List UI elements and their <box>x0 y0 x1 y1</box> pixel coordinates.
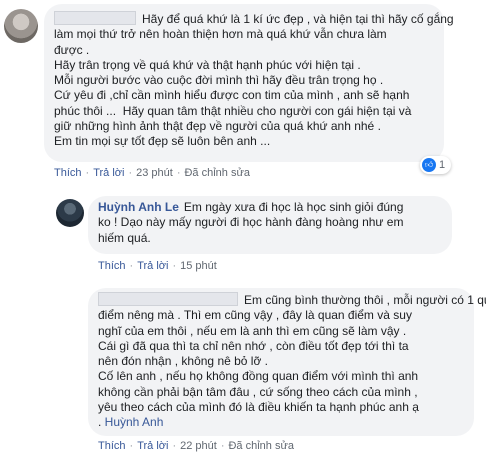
comment-line: ko ! Dạo này mấy người đi học hành đàng … <box>98 215 404 230</box>
comment-line: nên đón nhận , không nê bỏ lỡ . <box>98 354 269 369</box>
tag-prefix: . <box>98 415 105 430</box>
reaction-count: 1 <box>439 159 446 171</box>
separator-dot: · <box>129 260 134 272</box>
comment-line: Em tin mọi sự tốt đẹp sẽ luôn bên anh ..… <box>54 134 271 149</box>
timestamp[interactable]: 22 phút <box>180 440 217 452</box>
like-link[interactable]: Thích <box>98 440 126 452</box>
timestamp[interactable]: 23 phút <box>136 167 173 179</box>
comment-line: Mỗi người bước vào cuộc đời mình thì hãy… <box>54 73 384 88</box>
comment-line: được . <box>54 42 90 57</box>
edited-label[interactable]: Đã chỉnh sửa <box>184 167 249 179</box>
separator-dot: · <box>128 167 133 179</box>
separator-dot: · <box>172 260 177 272</box>
comment-line: không cần phải bận tâm đâu , cứ sống the… <box>98 384 418 399</box>
separator-dot: · <box>176 167 181 179</box>
comment-line: giữ những hình ảnh thật đẹp về người của… <box>54 119 381 134</box>
comment-line: Hãy trân trọng về quá khứ và thật hạnh p… <box>54 57 361 72</box>
comment-text: Huỳnh Anh Le Em ngày xưa đi học là học si… <box>98 200 403 246</box>
avatar[interactable] <box>56 199 84 227</box>
comment-line: nghĩ của em thôi , nếu em là anh thì em … <box>98 323 407 338</box>
comment-line: Cứ yêu đi ,chỉ cần mình hiểu được con ti… <box>54 88 410 103</box>
comment-text: Em cũng bình thường thôi , mỗi người có … <box>98 292 486 431</box>
comment-line: Em cũng bình thường thôi , mỗi người có … <box>244 293 486 307</box>
reply-link[interactable]: Trả lời <box>93 167 124 179</box>
comment-line: Cái gì đã qua thì ta chỉ nên nhớ , còn đ… <box>98 338 409 353</box>
avatar[interactable] <box>4 9 38 43</box>
comment-actions: Thích · Trả lời · 15 phút <box>98 260 217 272</box>
separator-dot: · <box>220 440 225 452</box>
comment-line: điểm nêng mà . Thì em cũng vậy , đây là … <box>98 308 412 323</box>
comment-text: Hãy để quá khứ là 1 kí ức đẹp , và hiện … <box>54 11 454 150</box>
reaction-badge[interactable]: 👍︎ 1 <box>420 156 452 174</box>
like-icon: 👍︎ <box>422 158 436 172</box>
comment-line: Cố lên anh , nếu họ không đồng quan điểm… <box>98 369 419 384</box>
comment-actions: Thích · Trả lời · 23 phút · Đã chỉnh sửa <box>54 167 250 179</box>
redacted-name[interactable] <box>54 11 136 25</box>
comment-line: yêu theo cách của mình đó là điều khiến … <box>98 400 419 415</box>
redacted-name[interactable] <box>98 292 238 306</box>
separator-dot: · <box>85 167 90 179</box>
comment-line: Hãy để quá khứ là 1 kí ức đẹp , và hiện … <box>142 12 454 26</box>
comment-line: hiếm quá. <box>98 230 151 245</box>
author-name[interactable]: Huỳnh Anh Le <box>98 200 179 214</box>
reply-link[interactable]: Trả lời <box>137 260 168 272</box>
comment-actions: Thích · Trả lời · 22 phút · Đã chỉnh sửa <box>98 440 294 452</box>
separator-dot: · <box>129 440 134 452</box>
edited-label[interactable]: Đã chỉnh sửa <box>228 440 293 452</box>
comment-line: làm mọi thứ trở nên hoàn thiện hơn mà qu… <box>54 27 387 42</box>
reply-link[interactable]: Trả lời <box>137 440 168 452</box>
separator-dot: · <box>172 440 177 452</box>
comment-line: Em ngày xưa đi học là học sinh giỏi đúng <box>183 200 404 214</box>
mention-tag[interactable]: Huỳnh Anh <box>105 415 164 429</box>
like-link[interactable]: Thích <box>98 260 126 272</box>
timestamp[interactable]: 15 phút <box>180 260 217 272</box>
comment-line: phúc thôi ... Hãy quan tâm thật nhiều ch… <box>54 103 412 118</box>
like-link[interactable]: Thích <box>54 167 82 179</box>
